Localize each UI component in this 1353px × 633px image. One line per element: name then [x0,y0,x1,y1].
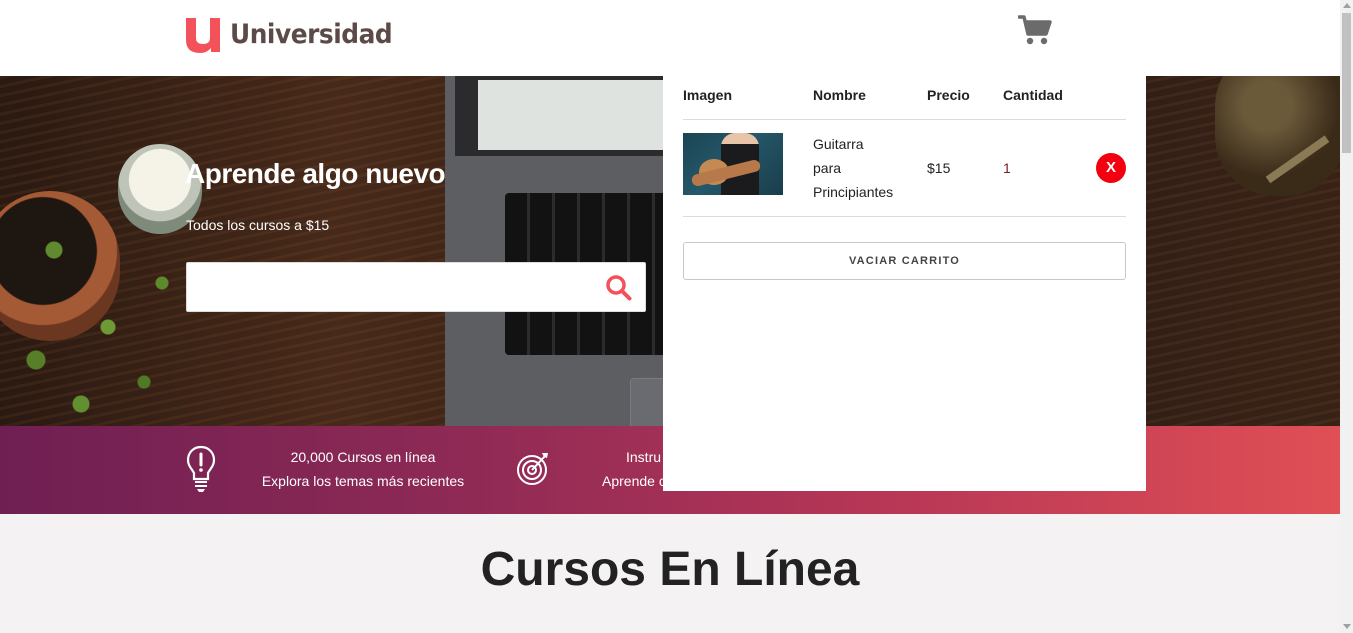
scrollbar-thumb[interactable] [1342,13,1351,153]
cart-item-name-line1: Guitarra [813,136,864,152]
lightbulb-icon [186,445,216,493]
cart-header-divider [683,119,1126,120]
remove-item-button[interactable]: X [1096,153,1126,183]
logo[interactable]: Universidad [185,14,406,54]
cart-dropdown: Imagen Nombre Precio Cantidad Guitarra p… [663,76,1146,491]
target-icon [516,450,550,486]
search-form [186,262,646,312]
cart-header-quantity: Cantidad [1003,87,1063,103]
cart-item-image [683,133,783,195]
hero-subtitle: Todos los cursos a $15 [186,217,330,233]
laptop-screen-content [478,80,678,150]
feature-courses-title: 20,000 Cursos en línea [290,449,436,465]
cart-item-name-line2: para [813,160,842,176]
cart-header-name: Nombre [813,87,866,103]
feature-courses-desc: Explora los temas más recientes [261,473,465,489]
hero-title: Aprende algo nuevo [185,158,446,189]
plant-leaves-image [0,206,180,426]
empty-cart-button[interactable]: VACIAR CARRITO [683,242,1126,280]
scroll-down-arrow-icon[interactable] [1343,624,1351,629]
feature-instructors-title: Instru [626,449,662,465]
cart-header-price: Precio [927,87,970,103]
cart-header-image: Imagen [683,87,733,103]
brand-name: Universidad [230,18,393,50]
cart-item-price: $15 [927,160,951,176]
scroll-up-arrow-icon[interactable] [1343,3,1351,8]
cart-item-quantity: 1 [1003,160,1011,176]
feature-instructors-desc: Aprende c [602,473,666,489]
site-header: Universidad [0,0,1340,76]
search-input[interactable] [187,263,587,311]
cart-row-divider [683,216,1126,217]
search-icon[interactable] [605,274,633,302]
cart-item-name-line3: Principiantes [813,184,894,200]
section-title: Cursos En Línea [480,543,860,596]
logo-mark-icon [185,14,225,54]
shopping-cart-icon[interactable] [1017,14,1052,46]
